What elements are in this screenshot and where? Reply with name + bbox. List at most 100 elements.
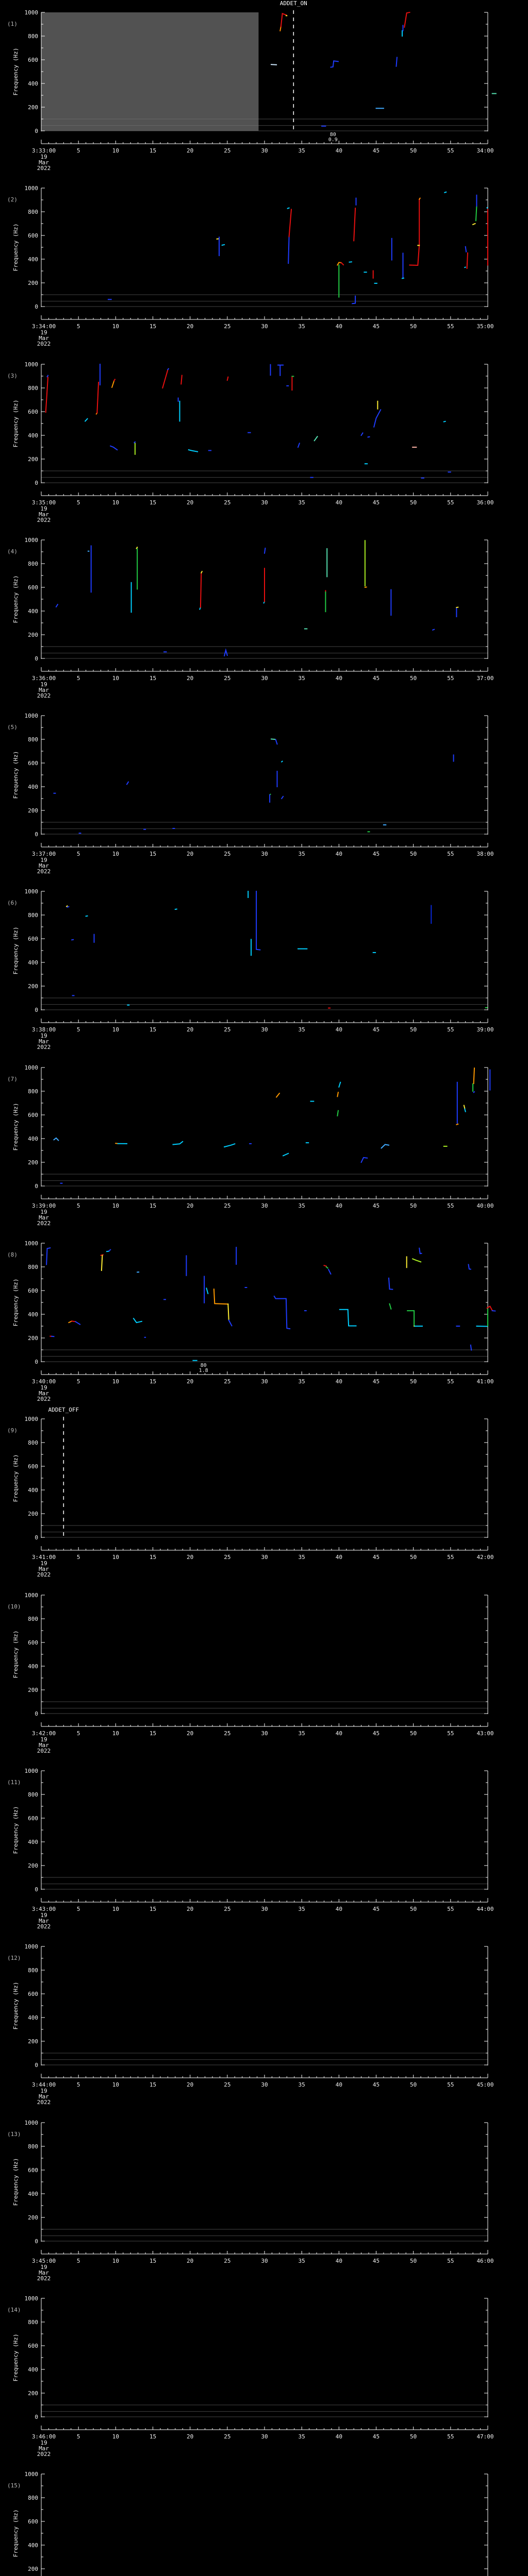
y-tick-label: 200 xyxy=(28,2390,38,2397)
x-tick-label: 45 xyxy=(373,2081,380,2088)
y-tick-label: 1000 xyxy=(25,2120,39,2126)
x-tick-label: 35 xyxy=(299,323,305,330)
x-end-time-label: 45:00 xyxy=(476,2081,493,2088)
detection-trace xyxy=(418,197,421,200)
x-tick-label: 50 xyxy=(410,1730,417,1737)
y-tick-label: 600 xyxy=(28,936,38,942)
x-tick-label: 30 xyxy=(261,1554,268,1561)
x-tick-label: 40 xyxy=(336,2081,342,2088)
y-tick-label: 200 xyxy=(28,807,38,814)
x-tick-label: 35 xyxy=(299,2081,305,2088)
y-tick-label: 800 xyxy=(28,2319,38,2326)
x-tick-label: 35 xyxy=(299,1554,305,1561)
detection-trace xyxy=(200,570,203,574)
y-tick-label: 800 xyxy=(28,1439,38,1446)
x-tick-label: 25 xyxy=(224,147,230,154)
spectrogram-panel-3: 0 200 400 600 800 1000 Frequency (Hz) (3) 5 10 15 2… xyxy=(7,361,494,523)
x-tick-label: 50 xyxy=(410,1906,417,1912)
x-tick-label: 55 xyxy=(447,1554,454,1561)
x-tick-label: 5 xyxy=(77,1202,80,1209)
x-tick-label: 45 xyxy=(373,1554,380,1561)
x-tick-label: 55 xyxy=(447,147,454,154)
detection-trace xyxy=(325,1266,329,1269)
y-tick-label: 1000 xyxy=(25,2295,39,2302)
spectrogram-panel-1: 0 200 400 600 800 1000 Frequency (Hz) (1) 5 10 15 2… xyxy=(7,0,497,172)
x-tick-label: 25 xyxy=(224,1378,230,1385)
x-tick-label: 55 xyxy=(447,499,454,506)
x-tick-label: 40 xyxy=(336,147,342,154)
x-tick-label: 5 xyxy=(77,2258,80,2264)
x-tick-label: 40 xyxy=(336,851,342,857)
y-axis-title: Frequency (Hz) xyxy=(12,575,19,623)
detection-trace xyxy=(419,1247,422,1255)
x-tick-label: 5 xyxy=(77,1554,80,1561)
x-tick-label: 35 xyxy=(299,1906,305,1912)
x-tick-label: 50 xyxy=(410,2433,417,2440)
detection-trace xyxy=(409,198,420,266)
detection-trace xyxy=(381,1144,390,1149)
x-tick-label: 10 xyxy=(112,147,119,154)
x-end-time-label: 46:00 xyxy=(476,2258,493,2264)
y-tick-label: 400 xyxy=(28,608,38,615)
x-end-time-label: 40:00 xyxy=(476,1202,493,1209)
y-tick-label: 600 xyxy=(28,760,38,767)
y-tick-label: 600 xyxy=(28,584,38,591)
panel-index-label: (8) xyxy=(7,1251,18,1258)
x-tick-label: 5 xyxy=(77,1026,80,1033)
x-tick-label: 55 xyxy=(447,675,454,682)
y-tick-label: 200 xyxy=(28,1335,38,1342)
x-tick-label: 5 xyxy=(77,2433,80,2440)
spectrogram-panel-8: 0 200 400 600 800 1000 Frequency (Hz) (8) 5 10 15 2… xyxy=(7,1240,496,1402)
panel-index-label: (1) xyxy=(7,21,18,27)
x-tick-label: 5 xyxy=(77,323,80,330)
x-tick-label: 10 xyxy=(112,1378,119,1385)
panel-index-label: (10) xyxy=(7,1603,21,1610)
x-tick-label: 30 xyxy=(261,499,268,506)
detection-trace xyxy=(401,277,405,279)
x-tick-label: 25 xyxy=(224,1202,230,1209)
detection-trace xyxy=(101,1255,103,1271)
detection-trace xyxy=(339,1309,357,1327)
y-tick-label: 0 xyxy=(35,831,38,838)
y-tick-label: 1000 xyxy=(25,1416,39,1422)
date-label: 2022 xyxy=(37,692,51,699)
x-tick-label: 15 xyxy=(150,1378,156,1385)
x-tick-label: 25 xyxy=(224,851,230,857)
x-tick-label: 55 xyxy=(447,2081,454,2088)
x-tick-label: 15 xyxy=(150,1554,156,1561)
y-tick-label: 600 xyxy=(28,2343,38,2349)
x-tick-label: 50 xyxy=(410,1554,417,1561)
date-label: 2022 xyxy=(37,341,51,347)
y-tick-label: 0 xyxy=(35,303,38,310)
x-tick-label: 20 xyxy=(187,1554,193,1561)
date-label: 2022 xyxy=(37,1220,51,1227)
detection-trace xyxy=(472,223,476,226)
x-tick-label: 30 xyxy=(261,1906,268,1912)
date-label: 2022 xyxy=(37,165,51,172)
x-tick-label: 5 xyxy=(77,675,80,682)
no-data-mask xyxy=(41,12,259,131)
date-label: 2022 xyxy=(37,1571,51,1578)
y-tick-label: 0 xyxy=(35,1007,38,1013)
x-end-time-label: 43:00 xyxy=(476,1730,493,1737)
y-tick-label: 0 xyxy=(35,1359,38,1365)
x-tick-label: 35 xyxy=(299,851,305,857)
x-end-time-label: 44:00 xyxy=(476,1906,493,1912)
y-tick-label: 0 xyxy=(35,1886,38,1893)
detection-trace xyxy=(136,546,138,549)
x-tick-label: 15 xyxy=(150,2258,156,2264)
y-axis-title: Frequency (Hz) xyxy=(12,1631,19,1679)
panel-index-label: (4) xyxy=(7,548,18,555)
x-tick-label: 20 xyxy=(187,1378,193,1385)
y-tick-label: 400 xyxy=(28,1136,38,1142)
x-tick-label: 45 xyxy=(373,2258,380,2264)
x-tick-label: 20 xyxy=(187,1730,193,1737)
x-tick-label: 40 xyxy=(336,1906,342,1912)
panel-index-label: (13) xyxy=(7,2131,21,2138)
y-axis-title: Frequency (Hz) xyxy=(12,1982,19,2030)
y-tick-label: 400 xyxy=(28,1839,38,1845)
x-end-time-label: 41:00 xyxy=(476,1378,493,1385)
x-tick-label: 30 xyxy=(261,323,268,330)
x-tick-label: 30 xyxy=(261,1202,268,1209)
x-tick-label: 40 xyxy=(336,323,342,330)
